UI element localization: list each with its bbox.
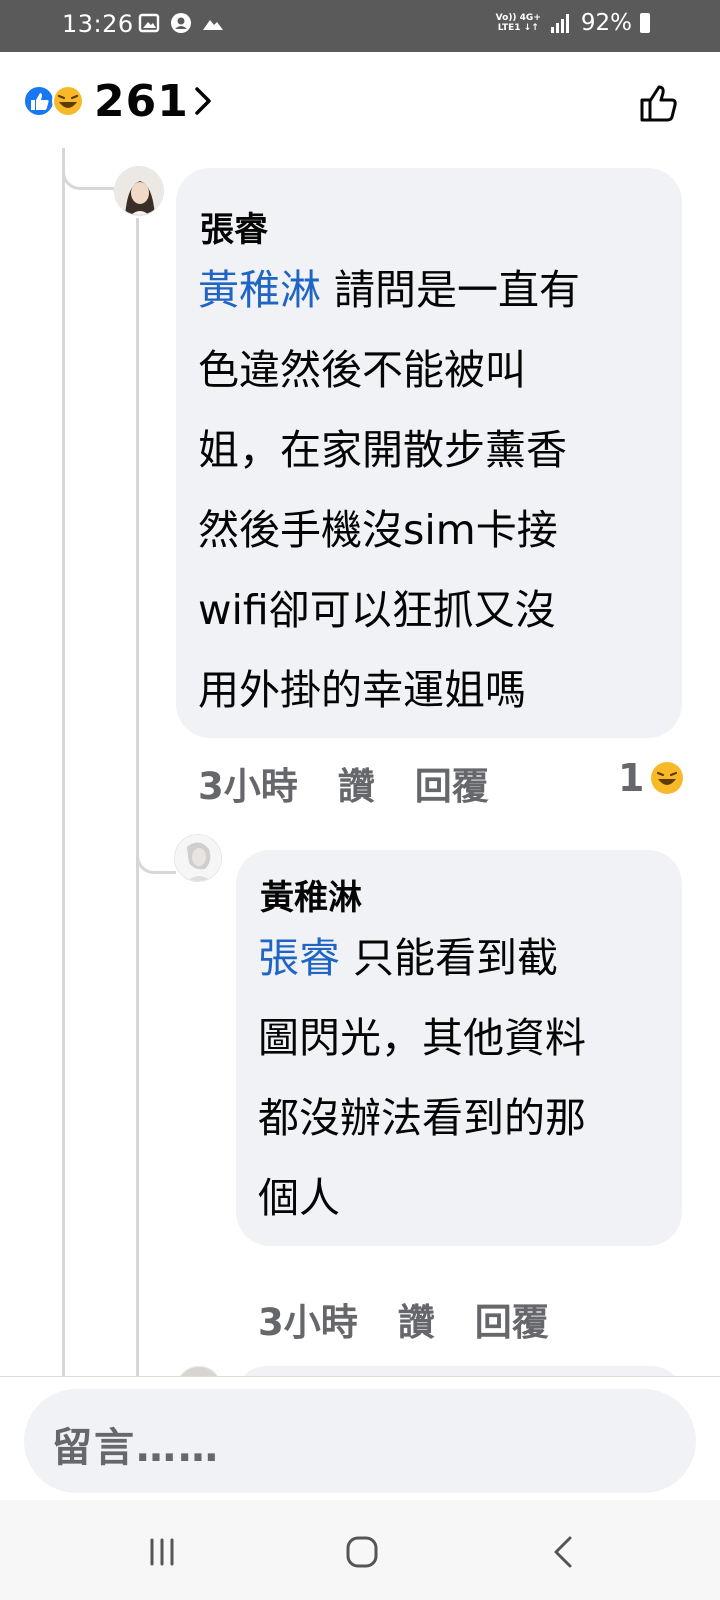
comment-line: 然後手機沒sim卡接 [198,506,558,554]
comment-line: 都沒辦法看到的那 [258,1094,586,1142]
chevron-right-icon[interactable] [192,86,214,116]
comment-actions: 3小時 讚 回覆 [198,756,489,810]
comment-line: 姐，在家開散步薰香 [198,426,567,474]
comment-input[interactable]: 留言…… [24,1389,696,1493]
status-system-icons: Vo)) 4G+ LTE1 ↓↑ 92% [496,10,650,36]
battery-icon [640,13,650,33]
network-type-bottom: LTE1 ↓↑ [497,23,539,33]
comment-reaction[interactable]: 1 [618,756,684,800]
status-time: 13:26 [62,10,134,38]
comment-reaction-count: 1 [618,756,645,800]
comment-timestamp[interactable]: 3小時 [198,756,298,810]
status-notification-icons [138,12,224,34]
home-icon[interactable] [342,1532,382,1572]
avatar-photo [115,167,163,215]
comment-text: 張睿 只能看到截 圖閃光，其他資料 都沒辦法看到的那 個人 [258,918,586,1238]
avatar-photo [175,835,221,881]
recent-apps-icon[interactable] [142,1532,182,1572]
thread-line-outer [62,148,65,1376]
network-indicator: Vo)) 4G+ LTE1 ↓↑ [496,13,541,33]
comment-line: 色違然後不能被叫 [198,346,526,394]
signal-icon [550,14,569,33]
comment-composer: 留言…… [0,1376,720,1500]
gallery-icon [138,13,160,33]
comment-actions: 3小時 讚 回覆 [258,1292,549,1346]
mention-link[interactable]: 張睿 [258,934,340,982]
thread-line-inner [136,218,139,1376]
thumbs-up-icon[interactable] [638,82,680,124]
comment-timestamp[interactable]: 3小時 [258,1292,358,1346]
back-icon[interactable] [544,1532,584,1572]
laugh-icon [651,762,684,794]
comment-line: 個人 [258,1174,340,1222]
comment-line: 圖閃光，其他資料 [258,1014,586,1062]
account-icon [171,13,191,33]
mention-link[interactable]: 黃稚淋 [198,266,321,314]
reply-button[interactable]: 回覆 [415,756,489,810]
mountain-icon [203,20,223,30]
like-button[interactable]: 讚 [398,1292,435,1346]
comment-line: wifi卻可以狂抓又沒 [198,586,556,634]
avatar[interactable] [114,166,164,216]
laugh-icon [52,85,84,117]
reactions-header: 261 [0,52,720,148]
thread-connector-2 [136,820,176,874]
comment-line: 黃稚淋 請問是一直有 [198,250,580,330]
comment-author[interactable]: 黃稚淋 [260,870,362,919]
comment-line-text: 只能看到截 [353,934,559,982]
comment-line: 張睿 只能看到截 [258,918,586,998]
comment-bubble[interactable]: 張睿 黃稚淋 請問是一直有 色違然後不能被叫 姐，在家開散步薰香 然後手機沒si… [176,168,682,738]
avatar[interactable] [174,834,222,882]
reaction-summary-icons[interactable] [22,84,92,118]
comment-bubble[interactable]: 黃稚淋 張睿 只能看到截 圖閃光，其他資料 都沒辦法看到的那 個人 [236,850,682,1246]
thread-connector-1 [62,148,114,190]
reaction-count[interactable]: 261 [94,76,189,127]
like-icon [23,85,55,117]
status-bar: 13:26 Vo)) 4G+ LTE1 ↓↑ 92% [0,0,720,52]
comment-text: 黃稚淋 請問是一直有 色違然後不能被叫 姐，在家開散步薰香 然後手機沒sim卡接… [198,250,580,730]
battery-percentage: 92% [580,10,632,36]
comment-input-placeholder: 留言…… [52,1425,220,1471]
network-type-top: Vo)) 4G+ [495,13,541,23]
system-nav-bar [0,1500,720,1600]
comment-line-text: 請問是一直有 [334,266,581,314]
like-button[interactable]: 讚 [338,756,375,810]
reply-button[interactable]: 回覆 [475,1292,549,1346]
comment-line: 用外掛的幸運姐嗎 [198,666,526,714]
comment-author[interactable]: 張睿 [200,202,268,251]
